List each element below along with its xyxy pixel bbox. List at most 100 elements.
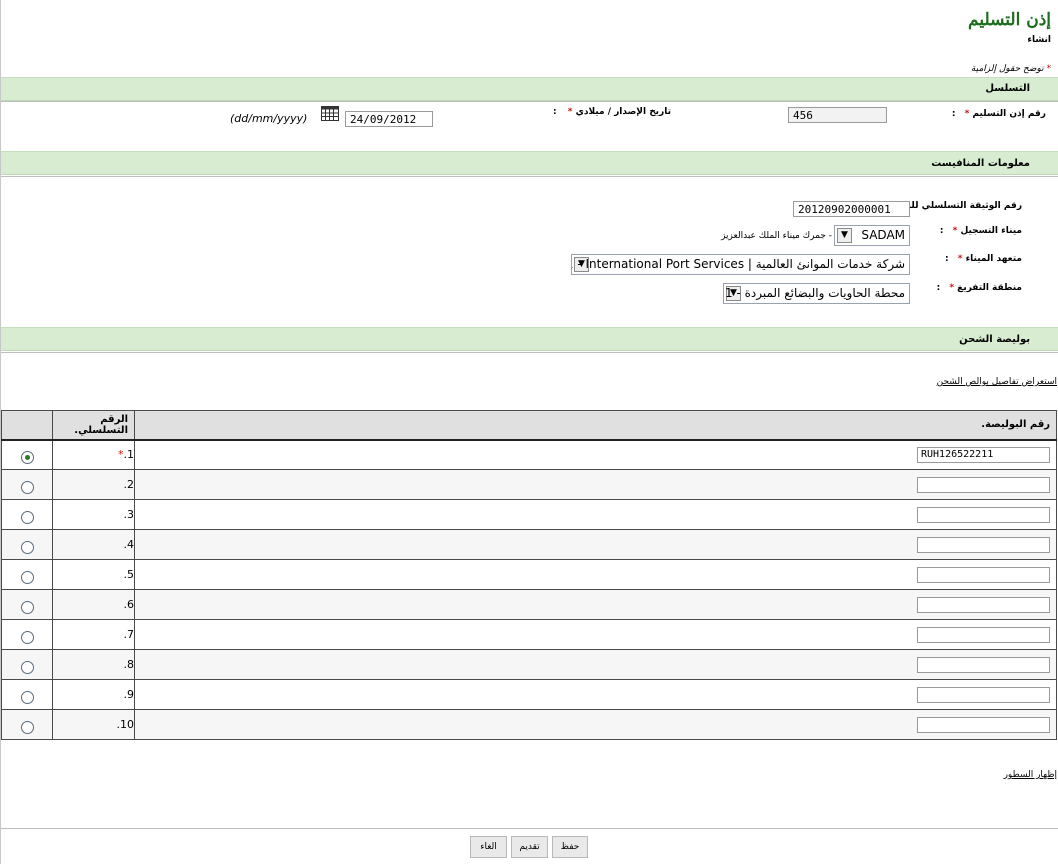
bl-number-input[interactable] bbox=[917, 716, 1050, 733]
bl-number-input[interactable] bbox=[917, 536, 1050, 553]
table-row: 3. bbox=[1, 499, 1057, 530]
row-radio[interactable] bbox=[20, 451, 34, 465]
footer-divider bbox=[1, 828, 1058, 829]
port-operator-select[interactable]: ▼ 01 - International Port Services | شرك… bbox=[571, 254, 910, 275]
required-star: * bbox=[567, 107, 573, 117]
divider bbox=[1, 352, 1058, 353]
view-bl-details-link[interactable]: استعراض تفاصيل بوالص الشحن bbox=[937, 377, 1057, 387]
required-star: * bbox=[964, 109, 970, 119]
row-input-cell bbox=[134, 469, 1057, 500]
registration-port-desc: - جمرك ميناء الملك عبدالعزيز bbox=[721, 231, 832, 241]
row-radio[interactable] bbox=[20, 481, 34, 494]
row-radio[interactable] bbox=[20, 721, 34, 734]
section-sequence-title: التسلسل bbox=[985, 83, 1030, 94]
manifest-serial-input[interactable]: 20120902000001 bbox=[793, 201, 910, 217]
section-manifest-info-title: معلومات المنافيست bbox=[931, 158, 1030, 169]
discharge-area-label-text: منطقة التفريغ bbox=[957, 283, 1022, 293]
row-num: 7. bbox=[52, 619, 135, 650]
divider bbox=[1, 101, 1058, 102]
header-bl-number: رقم البوليصة. bbox=[134, 410, 1057, 441]
discharge-area-value: 1 - محطة الحاويات والبضائع المبردة bbox=[725, 286, 905, 300]
bl-number-input[interactable] bbox=[917, 656, 1050, 673]
table-row: 1.* RUH126522211 bbox=[1, 439, 1057, 470]
discharge-area-label: منطقة التفريغ * : bbox=[937, 283, 1022, 293]
discharge-area-select[interactable]: ▼ 1 - محطة الحاويات والبضائع المبردة bbox=[723, 283, 910, 304]
row-radio[interactable] bbox=[20, 691, 34, 704]
port-operator-label: متعهد الميناء * : bbox=[945, 254, 1022, 264]
delivery-no-label-text: رقم إذن التسليم bbox=[972, 109, 1047, 119]
section-sequence: التسلسل bbox=[1, 77, 1058, 101]
date-format-hint: (dd/mm/yyyy) bbox=[230, 112, 308, 125]
row-input-cell: RUH126522211 bbox=[134, 439, 1057, 470]
chevron-down-icon: ▼ bbox=[837, 228, 852, 243]
bl-number-input[interactable] bbox=[917, 476, 1050, 493]
row-radio-cell bbox=[1, 589, 53, 620]
table-row: 2. bbox=[1, 469, 1057, 500]
table-row: 5. bbox=[1, 559, 1057, 590]
table-row: 4. bbox=[1, 529, 1057, 560]
section-bill-of-lading-title: بوليصة الشحن bbox=[959, 334, 1030, 345]
row-num: 5. bbox=[52, 559, 135, 590]
row-num: 8. bbox=[52, 649, 135, 680]
row-num: 3. bbox=[52, 499, 135, 530]
row-radio-cell bbox=[1, 499, 53, 530]
registration-port-value: SADAM bbox=[861, 228, 905, 242]
bl-number-input[interactable]: RUH126522211 bbox=[917, 446, 1050, 463]
row-input-cell bbox=[134, 679, 1057, 710]
registration-port-select[interactable]: ▼ SADAM bbox=[834, 225, 910, 246]
divider bbox=[1, 176, 1058, 177]
section-bill-of-lading: بوليصة الشحن bbox=[1, 327, 1058, 351]
table-row: 7. bbox=[1, 619, 1057, 650]
registration-port-label-text: ميناء التسجيل bbox=[960, 226, 1022, 236]
issue-date-label-text: تاريخ الإصدار / ميلادي bbox=[575, 107, 671, 117]
cancel-button[interactable]: الغاء bbox=[470, 836, 507, 858]
page-subtitle: انشاء bbox=[1027, 35, 1051, 45]
bl-number-input[interactable] bbox=[917, 686, 1050, 703]
bl-number-input[interactable] bbox=[917, 566, 1050, 583]
submit-button[interactable]: تقديم bbox=[511, 836, 548, 858]
port-operator-value: 01 - International Port Services | شركة … bbox=[571, 257, 905, 271]
row-input-cell bbox=[134, 709, 1057, 740]
required-star: * bbox=[949, 283, 955, 293]
header-serial: الرقم التسلسلي. bbox=[52, 410, 135, 441]
row-num: 6. bbox=[52, 589, 135, 620]
colon: : bbox=[944, 254, 949, 264]
bl-number-input[interactable] bbox=[917, 596, 1050, 613]
row-input-cell bbox=[134, 589, 1057, 620]
show-rows-link[interactable]: إظهار السطور bbox=[1004, 770, 1057, 780]
row-radio[interactable] bbox=[20, 631, 34, 644]
row-radio-cell bbox=[1, 709, 53, 740]
colon: : bbox=[553, 107, 557, 117]
colon: : bbox=[936, 283, 941, 293]
bl-number-input[interactable] bbox=[917, 506, 1050, 523]
row-num: 1.* bbox=[52, 439, 135, 470]
issue-date-input[interactable]: 24/09/2012 bbox=[345, 111, 433, 127]
bl-number-input[interactable] bbox=[917, 626, 1050, 643]
required-note-text: توضح حقول إلزامية bbox=[970, 64, 1044, 74]
delivery-no-input[interactable]: 456 bbox=[788, 107, 887, 123]
row-num: 10. bbox=[52, 709, 135, 740]
save-button[interactable]: حفظ bbox=[552, 836, 588, 858]
required-star: * bbox=[952, 226, 958, 236]
header-select bbox=[1, 410, 53, 441]
row-radio[interactable] bbox=[20, 601, 34, 614]
row-radio-cell bbox=[1, 649, 53, 680]
row-radio[interactable] bbox=[20, 511, 34, 524]
row-radio[interactable] bbox=[20, 571, 34, 584]
row-num: 9. bbox=[52, 679, 135, 710]
page-title: إذن التسليم bbox=[968, 10, 1051, 30]
table-row: 9. bbox=[1, 679, 1057, 710]
section-manifest-info: معلومات المنافيست bbox=[1, 151, 1058, 175]
row-radio-cell bbox=[1, 679, 53, 710]
row-radio-cell bbox=[1, 469, 53, 500]
row-input-cell bbox=[134, 649, 1057, 680]
row-radio-cell bbox=[1, 559, 53, 590]
port-operator-label-text: متعهد الميناء bbox=[965, 254, 1022, 264]
required-star: * bbox=[1046, 64, 1052, 74]
calendar-icon[interactable] bbox=[321, 106, 339, 121]
row-radio[interactable] bbox=[20, 541, 34, 554]
row-input-cell bbox=[134, 559, 1057, 590]
row-input-cell bbox=[134, 619, 1057, 650]
bl-table: الرقم التسلسلي. رقم البوليصة. 1.* RUH126… bbox=[1, 410, 1057, 740]
row-radio[interactable] bbox=[20, 661, 34, 674]
